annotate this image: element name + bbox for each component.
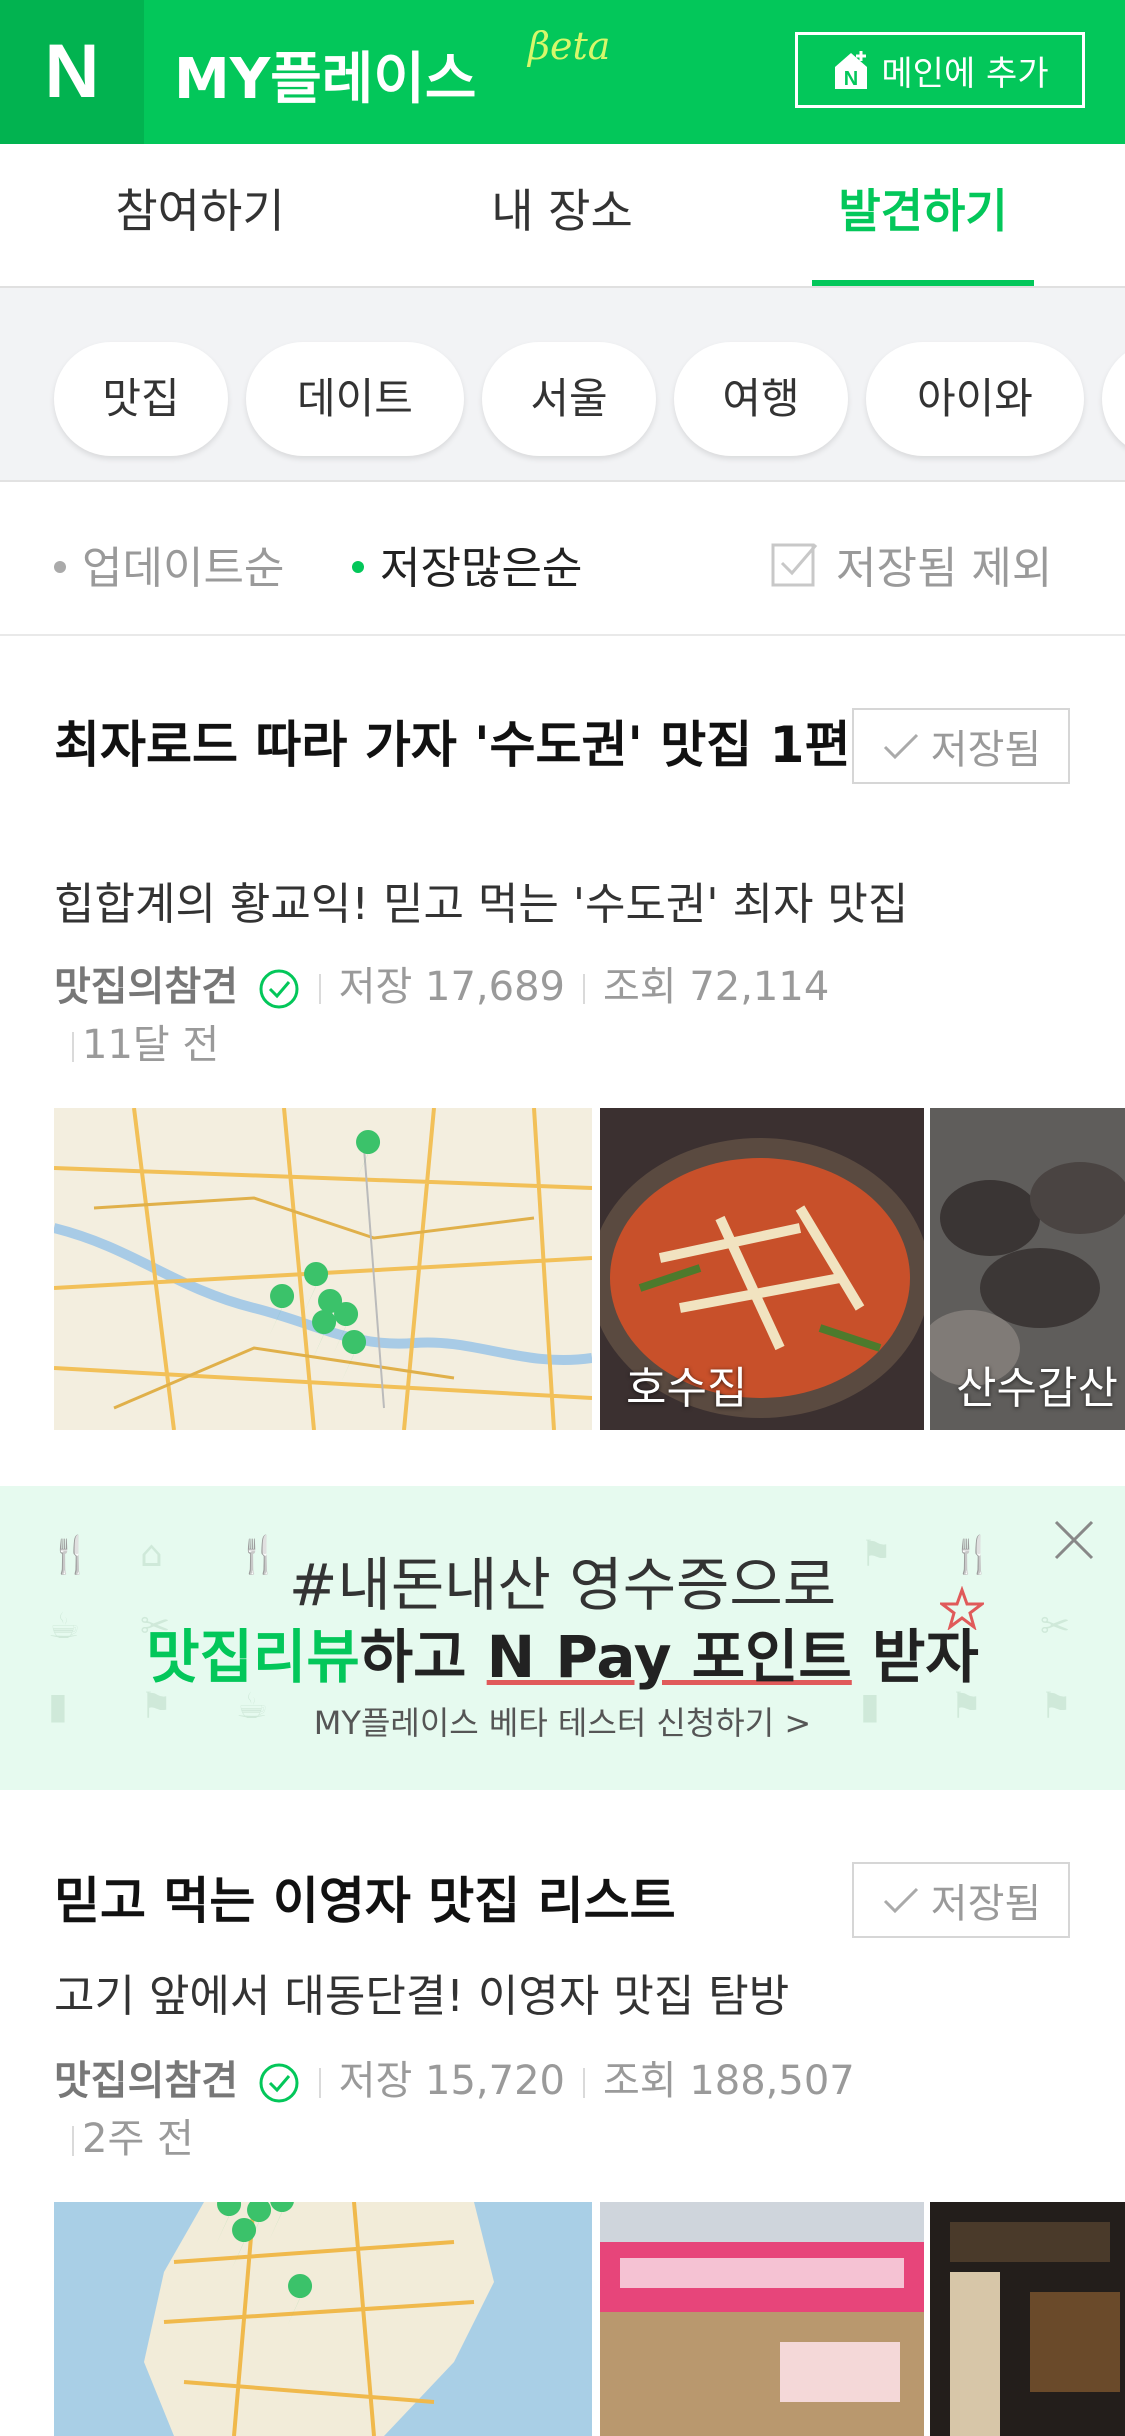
star-icon <box>940 1586 984 1630</box>
add-to-main-label: 메인에 추가 <box>881 53 1049 94</box>
thumbnail-strip[interactable]: 호수집 산수갑산 <box>54 1108 1125 1430</box>
add-to-main-button[interactable]: N 메인에 추가 <box>795 32 1085 108</box>
tab-discover[interactable]: 발견하기 <box>812 144 1034 286</box>
banner-text-part: 받자 <box>851 1623 979 1691</box>
banner-highlight: 맛집리뷰 <box>146 1623 360 1691</box>
map-image <box>54 1108 592 1430</box>
svg-text:N: N <box>844 68 858 90</box>
restaurant-photo <box>600 2202 924 2436</box>
thumbnail-strip[interactable] <box>54 2202 1125 2436</box>
map-image <box>54 2202 592 2436</box>
banner-text-part: 하고 <box>359 1623 487 1691</box>
check-icon <box>883 733 918 760</box>
home-add-icon: N <box>835 51 868 90</box>
card-time-row: 11달 전 <box>54 1012 219 1070</box>
chip-travel[interactable]: 여행 <box>674 342 848 456</box>
saved-button[interactable]: 저장됨 <box>852 1862 1070 1938</box>
map-thumbnail[interactable] <box>54 1108 592 1430</box>
exclude-saved-label: 저장됨 제외 <box>836 543 1053 594</box>
naver-logo[interactable]: N <box>0 0 144 144</box>
chip-partial[interactable] <box>1102 342 1125 456</box>
card-subtitle: 고기 앞에서 대동단결! 이영자 맛집 탐방 <box>54 1971 790 2022</box>
meta-divider <box>72 2126 74 2156</box>
close-icon[interactable] <box>1052 1518 1096 1562</box>
check-icon <box>883 1887 918 1914</box>
active-tab-indicator <box>812 280 1034 286</box>
meta-divider <box>72 1032 74 1062</box>
updated-time: 2주 전 <box>82 2116 194 2162</box>
sort-bar: 업데이트순 저장많은순 저장됨 제외 <box>0 482 1125 636</box>
exclude-saved-toggle[interactable]: 저장됨 제외 <box>770 532 1052 596</box>
card-subtitle: 힙합계의 황교익! 믿고 먹는 '수도권' 최자 맛집 <box>54 879 909 930</box>
chip-with-kids[interactable]: 아이와 <box>866 342 1084 456</box>
tab-my-places[interactable]: 내 장소 <box>402 144 722 286</box>
author-name[interactable]: 맛집의참견 <box>54 2058 238 2104</box>
sort-most-saved-label: 저장많은순 <box>380 543 583 594</box>
tab-participate[interactable]: 참여하기 <box>40 144 360 286</box>
promo-banner[interactable]: 🍴 ☕ ▮ ⌂ ✂ ⚑ 🍴 ☕ ⚑ 🍴 ✂ ▮ ⚑ ⚑ #내돈내산 영수증으로 … <box>0 1486 1125 1790</box>
sort-updated-label: 업데이트순 <box>82 543 285 594</box>
chip-restaurants[interactable]: 맛집 <box>54 342 228 456</box>
app-header: N MY플레이스 βeta N 메인에 추가 <box>0 0 1125 144</box>
main-tabs: 참여하기 내 장소 발견하기 <box>0 144 1125 288</box>
meta-divider <box>318 974 321 1004</box>
card-title[interactable]: 믿고 먹는 이영자 맛집 리스트 <box>54 1870 854 1932</box>
map-thumbnail[interactable] <box>54 2202 592 2436</box>
beta-tester-link[interactable]: MY플레이스 베타 테스터 신청하기 > <box>0 1698 1125 1744</box>
view-count: 조회 72,114 <box>603 964 830 1010</box>
category-chip-bar[interactable]: 맛집 데이트 서울 여행 아이와 <box>0 288 1125 482</box>
banner-npay-text: N Pay 포인트 <box>486 1623 852 1691</box>
meta-divider <box>318 2068 321 2098</box>
naver-logo-letter: N <box>44 29 100 114</box>
photo-thumbnail-2[interactable] <box>930 2202 1125 2436</box>
sort-dot-active <box>352 561 364 573</box>
restaurant-photo <box>930 2202 1125 2436</box>
sort-dot <box>54 561 66 573</box>
saved-label: 저장됨 <box>930 727 1042 773</box>
saved-label: 저장됨 <box>930 1881 1042 1927</box>
thumbnail-label: 호수집 <box>626 1363 748 1414</box>
checkbox-icon <box>771 543 818 587</box>
chip-date[interactable]: 데이트 <box>246 342 464 456</box>
beta-badge: βeta <box>528 24 611 68</box>
author-name[interactable]: 맛집의참견 <box>54 964 238 1010</box>
verified-icon <box>259 969 299 1009</box>
card-meta: 맛집의참견 저장 15,720 조회 188,507 <box>54 2048 855 2106</box>
card-meta: 맛집의참견 저장 17,689 조회 72,114 <box>54 954 829 1012</box>
verified-icon <box>259 2063 299 2103</box>
saved-button[interactable]: 저장됨 <box>852 708 1070 784</box>
thumbnail-label: 산수갑산 <box>956 1363 1118 1414</box>
view-count: 조회 188,507 <box>603 2058 855 2104</box>
chip-seoul[interactable]: 서울 <box>482 342 656 456</box>
save-count: 저장 17,689 <box>338 964 565 1010</box>
sort-most-saved[interactable]: 저장많은순 <box>352 532 582 596</box>
card-title[interactable]: 최자로드 따라 가자 '수도권' 맛집 1편 <box>54 714 854 776</box>
card-time-row: 2주 전 <box>54 2106 194 2164</box>
photo-thumbnail-2[interactable]: 산수갑산 <box>930 1108 1125 1430</box>
sort-updated[interactable]: 업데이트순 <box>54 532 284 596</box>
photo-thumbnail-1[interactable] <box>600 2202 924 2436</box>
updated-time: 11달 전 <box>82 1022 220 1068</box>
photo-thumbnail-1[interactable]: 호수집 <box>600 1108 924 1430</box>
meta-divider <box>583 974 585 1004</box>
meta-divider <box>583 2068 585 2098</box>
save-count: 저장 15,720 <box>338 2058 565 2104</box>
app-title: MY플레이스 <box>174 47 477 112</box>
